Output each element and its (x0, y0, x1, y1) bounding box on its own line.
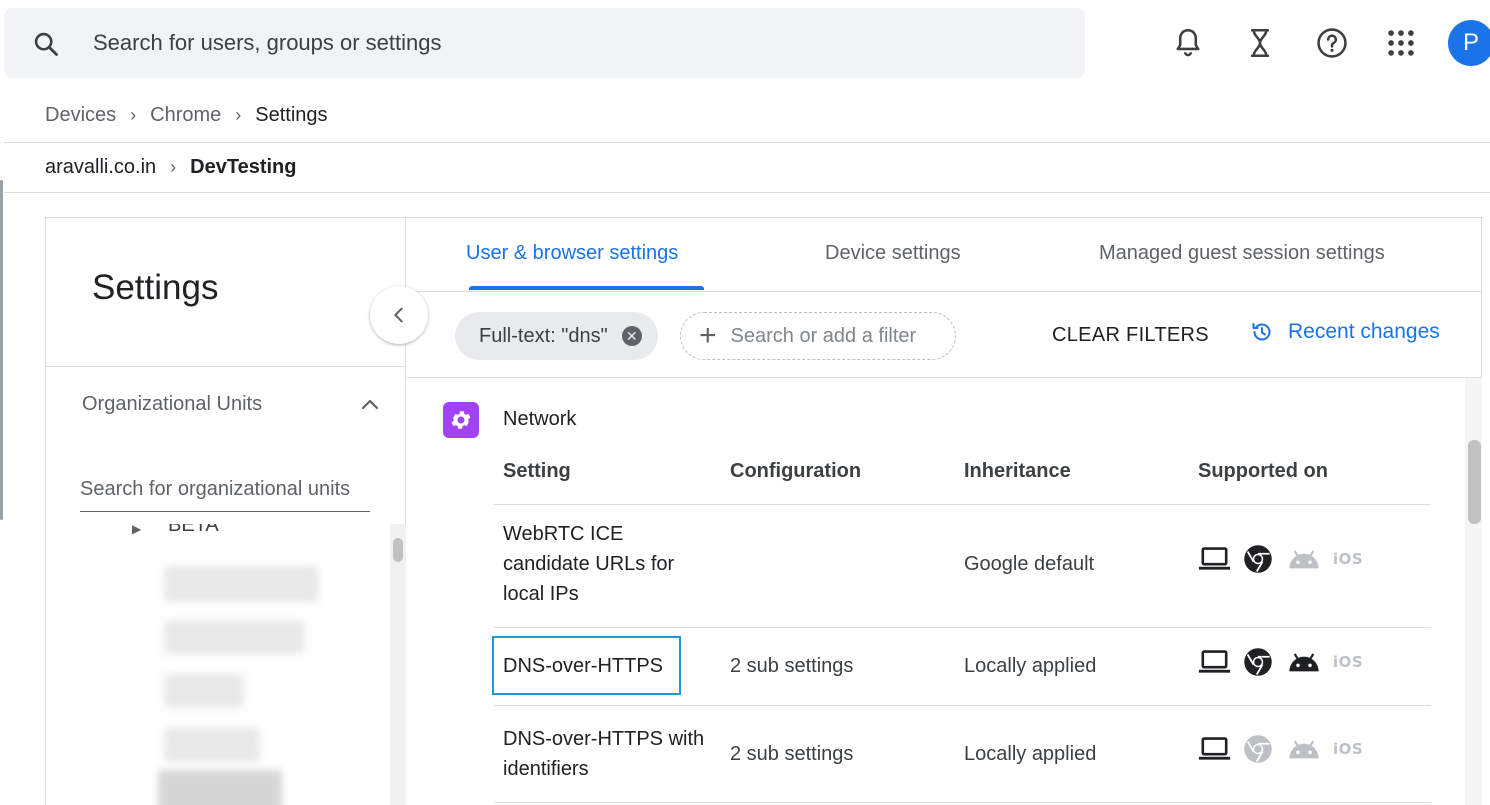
clear-filters-button[interactable]: CLEAR FILTERS (1052, 324, 1209, 347)
android-icon (1288, 734, 1333, 764)
settings-card: Settings Organizational Units Search for… (45, 217, 1482, 805)
filter-bar: Full-text: "dns" ✕ + Search or add a fil… (407, 292, 1482, 378)
history-icon (1252, 323, 1271, 341)
android-icon (1288, 544, 1333, 574)
chevron-right-icon: › (130, 105, 137, 125)
settings-gear-icon (443, 402, 479, 438)
settings-content: Network Setting Configuration Inheritanc… (407, 378, 1482, 805)
breadcrumb-current: Settings (255, 104, 328, 126)
close-icon[interactable]: ✕ (621, 326, 642, 346)
tab-bar: User & browser settings Device settings … (407, 218, 1482, 292)
supported-platforms: iOS (1198, 734, 1378, 764)
section-title: Network (503, 408, 577, 430)
ou-current: DevTesting (190, 156, 297, 178)
inheritance-value: Locally applied (964, 655, 1097, 677)
user-avatar[interactable]: P (1448, 20, 1490, 66)
column-header-supported-on: Supported on (1198, 460, 1328, 482)
redacted-ou-item (158, 770, 282, 805)
settings-scrollbar-thumb[interactable] (1468, 440, 1481, 524)
divider (494, 802, 1431, 803)
divider (494, 627, 1431, 628)
divider (494, 504, 1431, 505)
breadcrumb-devices[interactable]: Devices (45, 104, 116, 127)
ou-scrollbar-thumb[interactable] (393, 538, 403, 562)
ou-scrollbar[interactable] (390, 524, 406, 805)
laptop-icon (1198, 544, 1243, 574)
filter-chip-label: Full-text: "dns" (479, 324, 608, 347)
chevron-right-icon: › (170, 157, 177, 177)
add-filter-placeholder: Search or add a filter (730, 324, 917, 347)
setting-name-line: identifiers (503, 758, 589, 780)
add-filter-input[interactable]: + Search or add a filter (680, 312, 956, 360)
global-search-input[interactable]: Search for users, groups or settings (93, 30, 442, 56)
global-search-box[interactable]: Search for users, groups or settings (4, 8, 1085, 78)
redacted-ou-item (164, 674, 244, 708)
divider (46, 366, 406, 367)
setting-name-line: WebRTC ICE (503, 523, 624, 545)
top-bar: Search for users, groups or settings P (0, 0, 1490, 90)
laptop-icon (1198, 647, 1243, 677)
apps-grid-icon[interactable] (1384, 26, 1418, 60)
chevron-right-icon: › (235, 105, 242, 125)
chevron-up-icon[interactable] (358, 393, 382, 417)
breadcrumb-chrome[interactable]: Chrome (150, 104, 221, 127)
redacted-ou-item (164, 620, 304, 654)
breadcrumb: Devices › Chrome › Settings (45, 104, 328, 127)
setting-name[interactable]: DNS-over-HTTPS with identifiers (503, 724, 704, 784)
ios-icon: iOS (1333, 550, 1364, 568)
laptop-icon (1198, 734, 1243, 764)
redacted-ou-item (164, 728, 260, 762)
plus-icon: + (699, 319, 717, 352)
panel-title: Settings (92, 268, 219, 307)
divider (4, 192, 1490, 193)
hourglass-icon[interactable] (1243, 26, 1277, 60)
chrome-icon (1243, 544, 1288, 574)
tab-managed-guest-session-settings[interactable]: Managed guest session settings (1099, 242, 1385, 265)
supported-platforms: iOS (1198, 647, 1378, 677)
column-header-inheritance: Inheritance (964, 460, 1071, 482)
recent-changes-label: Recent changes (1288, 320, 1440, 343)
ios-icon: iOS (1333, 653, 1364, 671)
chrome-icon (1243, 734, 1288, 764)
redacted-ou-item (164, 566, 318, 602)
expand-arrow-icon[interactable]: ▶ (132, 524, 141, 536)
ou-breadcrumb: aravalli.co.in › DevTesting (45, 156, 297, 179)
recent-changes-link[interactable]: Recent changes (1250, 320, 1440, 344)
setting-name-line: DNS-over-HTTPS with (503, 728, 705, 750)
divider (494, 705, 1431, 706)
ou-panel: Settings Organizational Units Search for… (46, 218, 406, 805)
filter-chip[interactable]: Full-text: "dns" ✕ (455, 312, 658, 360)
supported-platforms: iOS (1198, 544, 1378, 574)
chevron-left-icon (394, 307, 403, 323)
column-header-configuration: Configuration (730, 460, 862, 482)
divider (4, 142, 1490, 143)
setting-name-line: local IPs (503, 583, 579, 605)
chrome-icon (1243, 647, 1288, 677)
ou-tree: ▶ BETA (46, 524, 406, 805)
configuration-value: 2 sub settings (730, 743, 854, 765)
edge-handle (0, 180, 3, 520)
inheritance-value: Google default (964, 553, 1095, 575)
column-header-setting: Setting (503, 460, 571, 482)
bell-icon[interactable] (1171, 26, 1205, 60)
ios-icon: iOS (1333, 740, 1364, 758)
collapse-panel-button[interactable] (370, 286, 428, 344)
ou-heading: Organizational Units (82, 393, 263, 415)
ou-search-input[interactable]: Search for organizational units (80, 476, 370, 512)
tab-device-settings[interactable]: Device settings (825, 242, 961, 265)
help-icon[interactable] (1315, 26, 1349, 60)
ou-item-beta[interactable]: BETA (168, 524, 219, 537)
setting-name[interactable]: WebRTC ICE candidate URLs for local IPs (503, 519, 674, 609)
search-icon (34, 32, 58, 56)
setting-name-line: candidate URLs for (503, 553, 675, 575)
setting-name-line: DNS-over-HTTPS (503, 655, 664, 677)
ou-root-link[interactable]: aravalli.co.in (45, 156, 156, 179)
active-tab-indicator (469, 286, 704, 290)
configuration-value: 2 sub settings (730, 655, 854, 677)
setting-name[interactable]: DNS-over-HTTPS (503, 651, 663, 681)
android-icon (1288, 647, 1333, 677)
inheritance-value: Locally applied (964, 743, 1097, 765)
settings-panel: User & browser settings Device settings … (407, 218, 1482, 805)
tab-user-browser-settings[interactable]: User & browser settings (466, 242, 678, 265)
